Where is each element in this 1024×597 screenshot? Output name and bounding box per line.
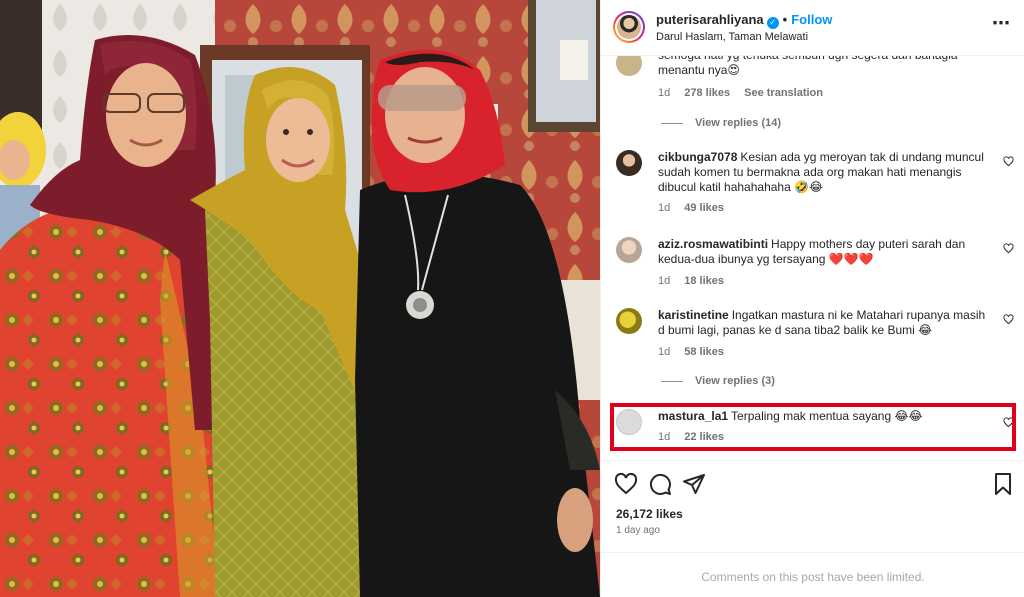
post-actions: 26,172 likes 1 day ago — [601, 460, 1024, 552]
post-photo[interactable] — [0, 0, 600, 597]
like-heart-icon[interactable] — [1003, 243, 1014, 254]
post-location[interactable]: Darul Haslam, Taman Melawati — [656, 31, 808, 43]
post-header: puterisarahliyana ✓ • Follow Darul Haslam, … — [601, 0, 1024, 56]
separator-dot: • — [782, 12, 788, 27]
see-translation-link[interactable]: See translation — [744, 87, 823, 99]
comment-avatar[interactable] — [616, 237, 642, 263]
comment-meta: 1d 49 likes — [658, 202, 738, 214]
comment-likes[interactable]: 58 likes — [684, 346, 724, 358]
view-replies-label: View replies (14) — [695, 117, 782, 129]
comment-meta: 1d 18 likes — [658, 275, 738, 287]
post-sidebar: puterisarahliyana ✓ • Follow Darul Haslam, … — [600, 0, 1024, 597]
more-horizontal-icon[interactable]: ⋯ — [992, 14, 1011, 32]
comments-limited-notice: Comments on this post have been limited. — [601, 552, 1024, 597]
comments-limited-text: Comments on this post have been limited. — [701, 570, 925, 584]
owner-avatar[interactable] — [613, 11, 645, 43]
comment-time: 1d — [658, 202, 671, 214]
comment-avatar[interactable] — [616, 308, 642, 334]
owner-username[interactable]: puterisarahliyana — [656, 12, 764, 27]
comment-username[interactable]: cikbunga7078 — [658, 150, 737, 164]
comment-likes[interactable]: 49 likes — [684, 202, 724, 214]
comment-username[interactable]: aziz.rosmawatibinti — [658, 237, 768, 251]
comment-meta: 1d 58 likes — [658, 346, 738, 358]
replies-divider — [661, 122, 683, 124]
post-image — [0, 0, 600, 597]
heart-icon[interactable] — [614, 472, 638, 496]
view-replies-button[interactable]: View replies (3) — [661, 375, 775, 387]
comment-text: cikbunga7078 Kesian ada yg meroyan tak di… — [658, 150, 993, 195]
bookmark-icon[interactable] — [991, 472, 1015, 496]
comment-likes[interactable]: 278 likes — [684, 87, 730, 99]
comment-time: 1d — [658, 346, 671, 358]
view-replies-button[interactable]: View replies (14) — [661, 117, 781, 129]
view-replies-label: View replies (3) — [695, 375, 775, 387]
post-time-ago[interactable]: 1 day ago — [616, 525, 660, 536]
comments-list[interactable]: semoga hati yg terluka sembuh dgn segera… — [601, 56, 1024, 460]
comment-time: 1d — [658, 275, 671, 287]
comment-likes[interactable]: 18 likes — [684, 275, 724, 287]
highlight-annotation-box — [610, 403, 1016, 451]
owner-line: puterisarahliyana ✓ • Follow — [656, 12, 832, 29]
comment-text: aziz.rosmawatibinti Happy mothers day put… — [658, 237, 993, 267]
replies-divider — [661, 380, 683, 382]
comment-icon[interactable] — [648, 472, 672, 496]
comment-meta: 1d 278 likes See translation — [658, 87, 837, 99]
follow-button[interactable]: Follow — [791, 12, 832, 27]
verified-badge-icon: ✓ — [766, 17, 779, 29]
comment-text: karistinetine Ingatkan mastura ni ke Mata… — [658, 308, 993, 338]
comment-username[interactable]: karistinetine — [658, 308, 729, 322]
post-likes-count[interactable]: 26,172 likes — [616, 507, 683, 521]
comment-avatar[interactable] — [616, 56, 642, 76]
like-heart-icon[interactable] — [1003, 314, 1014, 325]
comment-text: semoga hati yg terluka sembuh dgn segera… — [658, 56, 958, 77]
like-heart-icon[interactable] — [1003, 156, 1014, 167]
comment-time: 1d — [658, 87, 671, 99]
share-icon[interactable] — [682, 472, 706, 496]
comment-avatar[interactable] — [616, 150, 642, 176]
